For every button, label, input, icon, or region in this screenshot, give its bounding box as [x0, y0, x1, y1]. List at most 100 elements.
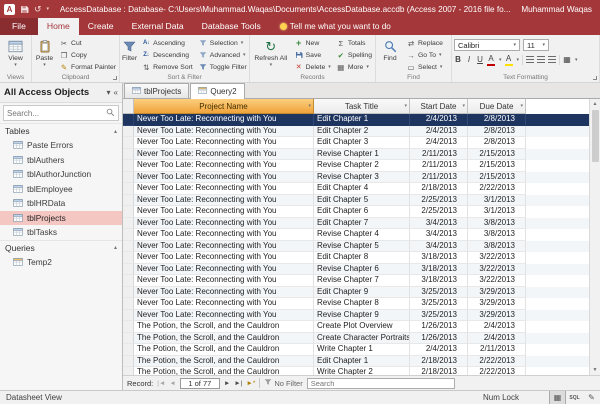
cell-due-date[interactable]: 3/29/2013 [468, 286, 526, 298]
totals-button[interactable]: Σ Totals [335, 37, 373, 49]
font-color-button[interactable]: A [487, 54, 495, 66]
ribbon-tab-external-data[interactable]: External Data [123, 18, 193, 35]
filter-dropdown-icon[interactable]: ▾ [520, 103, 523, 109]
cell-start-date[interactable]: 3/25/2013 [410, 298, 468, 310]
cell-start-date[interactable]: 2/4/2013 [410, 137, 468, 149]
save-record-button[interactable]: Save [293, 49, 332, 61]
cell-project-name[interactable]: The Potion, the Scroll, and the Cauldron [134, 321, 314, 333]
cell-due-date[interactable]: 2/15/2013 [468, 160, 526, 172]
nav-item-tbltasks[interactable]: tblTasks [0, 225, 122, 240]
advanced-button[interactable]: Advanced ▾ [197, 49, 248, 61]
cell-task-title[interactable]: Edit Chapter 1 [314, 114, 410, 126]
cell-task-title[interactable]: Edit Chapter 9 [314, 286, 410, 298]
font-size-combo[interactable]: 11 ▾ [523, 39, 549, 51]
cell-due-date[interactable]: 3/8/2013 [468, 229, 526, 241]
record-selector[interactable] [123, 194, 134, 206]
cut-button[interactable]: ✂ Cut [58, 37, 117, 49]
cell-task-title[interactable]: Write Chapter 2 [314, 367, 410, 375]
nav-item-tblhrdata[interactable]: tblHRData [0, 196, 122, 211]
cell-task-title[interactable]: Revise Chapter 8 [314, 298, 410, 310]
record-selector[interactable] [123, 240, 134, 252]
save-icon[interactable] [20, 5, 29, 14]
nav-item-tblauthers[interactable]: tblAuthers [0, 153, 122, 168]
column-header-project-name[interactable]: Project Name ▾ [134, 99, 314, 114]
record-search-input[interactable] [306, 377, 455, 389]
table-row[interactable]: Never Too Late: Reconnecting with You Ed… [123, 194, 589, 206]
select-all-corner[interactable] [123, 99, 134, 114]
table-row[interactable]: Never Too Late: Reconnecting with You Re… [123, 240, 589, 252]
cell-due-date[interactable]: 2/4/2013 [468, 321, 526, 333]
cell-project-name[interactable]: Never Too Late: Reconnecting with You [134, 309, 314, 321]
cell-start-date[interactable]: 2/25/2013 [410, 194, 468, 206]
cell-task-title[interactable]: Revise Chapter 9 [314, 309, 410, 321]
cell-start-date[interactable]: 2/4/2013 [410, 344, 468, 356]
sql-view-button[interactable]: SQL [566, 391, 583, 404]
cell-task-title[interactable]: Write Chapter 1 [314, 344, 410, 356]
record-selector[interactable] [123, 206, 134, 218]
column-header-due-date[interactable]: Due Date ▾ [468, 99, 526, 114]
cell-start-date[interactable]: 3/25/2013 [410, 286, 468, 298]
table-row[interactable]: Never Too Late: Reconnecting with You Ed… [123, 286, 589, 298]
ascending-button[interactable]: A↓ Ascending [140, 37, 194, 49]
first-record-button[interactable]: |◄ [157, 377, 165, 390]
cell-project-name[interactable]: The Potion, the Scroll, and the Cauldron [134, 344, 314, 356]
cell-due-date[interactable]: 2/15/2013 [468, 171, 526, 183]
record-selector[interactable] [123, 217, 134, 229]
cell-start-date[interactable]: 2/11/2013 [410, 160, 468, 172]
table-row[interactable]: Never Too Late: Reconnecting with You Ed… [123, 183, 589, 195]
cell-start-date[interactable]: 3/25/2013 [410, 309, 468, 321]
view-button[interactable]: View ▾ [2, 37, 29, 74]
dialog-launcher-icon[interactable] [593, 76, 597, 80]
shutter-bar-close-icon[interactable]: « [114, 88, 118, 97]
cell-project-name[interactable]: Never Too Late: Reconnecting with You [134, 252, 314, 264]
toggle-filter-button[interactable]: Toggle Filter [197, 61, 248, 73]
align-right-icon[interactable] [548, 56, 557, 64]
select-button[interactable]: ▭ Select ▾ [405, 61, 444, 73]
cell-project-name[interactable]: Never Too Late: Reconnecting with You [134, 275, 314, 287]
record-selector[interactable] [123, 321, 134, 333]
column-header-start-date[interactable]: Start Date ▾ [410, 99, 468, 114]
nav-group-header[interactable]: Queries ▴ [0, 239, 122, 255]
cell-due-date[interactable]: 3/22/2013 [468, 263, 526, 275]
spelling-button[interactable]: ✔ Spelling [335, 49, 373, 61]
table-row[interactable]: Never Too Late: Reconnecting with You Re… [123, 263, 589, 275]
nav-group-header[interactable]: Tables ▴ [0, 123, 122, 138]
underline-button[interactable]: U [476, 55, 484, 65]
table-row[interactable]: Never Too Late: Reconnecting with You Ed… [123, 252, 589, 264]
new-record-ribbon-button[interactable]: + New [293, 37, 332, 49]
filter-button[interactable]: Filter [122, 37, 137, 74]
cell-task-title[interactable]: Edit Chapter 8 [314, 252, 410, 264]
record-selector[interactable] [123, 367, 134, 375]
last-record-button[interactable]: ►| [234, 377, 242, 390]
table-row[interactable]: The Potion, the Scroll, and the Cauldron… [123, 332, 589, 344]
refresh-all-button[interactable]: ↻ Refresh All ▾ [252, 37, 290, 74]
go-to-button[interactable]: → Go To ▾ [405, 49, 444, 61]
more-button[interactable]: ▦ More ▾ [335, 61, 373, 73]
cell-due-date[interactable]: 2/22/2013 [468, 355, 526, 367]
datasheet-view-button[interactable]: ▦ [549, 391, 566, 404]
record-position[interactable]: 1 of 77 [179, 377, 220, 389]
cell-task-title[interactable]: Revise Chapter 6 [314, 263, 410, 275]
cell-start-date[interactable]: 3/4/2013 [410, 217, 468, 229]
ribbon-tab-file[interactable]: File [0, 18, 38, 35]
table-row[interactable]: Never Too Late: Reconnecting with You Re… [123, 309, 589, 321]
record-selector[interactable] [123, 263, 134, 275]
selection-button[interactable]: Selection ▾ [197, 37, 248, 49]
cell-due-date[interactable]: 2/15/2013 [468, 148, 526, 160]
cell-task-title[interactable]: Revise Chapter 2 [314, 160, 410, 172]
cell-start-date[interactable]: 3/18/2013 [410, 275, 468, 287]
filter-dropdown-icon[interactable]: ▾ [308, 103, 311, 109]
table-row[interactable]: Never Too Late: Reconnecting with You Re… [123, 171, 589, 183]
cell-project-name[interactable]: Never Too Late: Reconnecting with You [134, 148, 314, 160]
cell-start-date[interactable]: 3/4/2013 [410, 229, 468, 241]
nav-item-tblprojects[interactable]: tblProjects [0, 210, 122, 225]
replace-button[interactable]: ⇄ Replace [405, 37, 444, 49]
record-selector[interactable] [123, 137, 134, 149]
cell-start-date[interactable]: 2/4/2013 [410, 125, 468, 137]
cell-due-date[interactable]: 2/8/2013 [468, 114, 526, 126]
table-row[interactable]: The Potion, the Scroll, and the Cauldron… [123, 321, 589, 333]
gridlines-button[interactable]: ▦ [563, 55, 571, 65]
cell-project-name[interactable]: Never Too Late: Reconnecting with You [134, 160, 314, 172]
format-painter-button[interactable]: ✎ Format Painter [58, 61, 117, 73]
table-row[interactable]: Never Too Late: Reconnecting with You Ed… [123, 137, 589, 149]
